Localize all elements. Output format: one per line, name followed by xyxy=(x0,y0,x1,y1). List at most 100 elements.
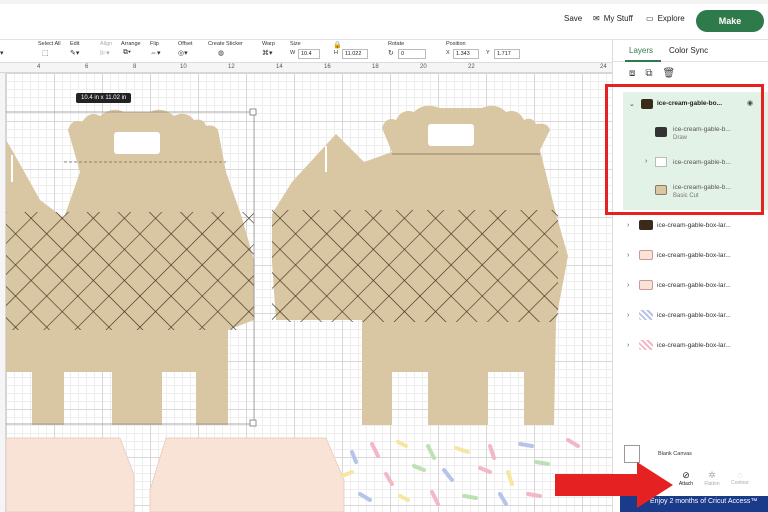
panel-tabs: Layers Color Sync xyxy=(613,40,768,62)
red-arrow-annotation xyxy=(555,462,673,508)
explore-button[interactable]: ▭ Explore xyxy=(646,14,685,23)
chevron-right-icon[interactable]: › xyxy=(627,342,629,349)
arrange-label: Arrange xyxy=(121,41,141,47)
ruler-mark: 12 xyxy=(228,64,235,70)
x-value: 1.343 xyxy=(456,51,470,57)
ruler-mark: 16 xyxy=(324,64,331,70)
size-label: Size xyxy=(290,41,301,47)
ruler-mark: 22 xyxy=(468,64,475,70)
delete-icon[interactable]: 🗑 xyxy=(663,68,676,79)
x-field[interactable]: 1.343 xyxy=(453,49,479,59)
x-label: X xyxy=(446,50,450,56)
save-button[interactable]: Save xyxy=(564,14,582,23)
tab-layers[interactable]: Layers xyxy=(629,46,653,55)
layer-row[interactable]: › ice-cream-gable-box-lar... xyxy=(613,272,768,302)
layer-row[interactable]: › ice-cream-gable-box-lar... xyxy=(613,332,768,362)
attach-label: Attach xyxy=(678,481,694,487)
ruler-mark: 10 xyxy=(180,64,187,70)
flatten-icon: ✲ xyxy=(708,470,716,480)
ruler-mark: 24 xyxy=(600,64,607,70)
lock-icon[interactable]: 🔒 xyxy=(333,41,342,49)
chevron-right-icon[interactable]: › xyxy=(627,252,629,259)
tab-color-sync[interactable]: Color Sync xyxy=(669,46,708,55)
create-sticker-tool[interactable]: Create Sticker ◍ xyxy=(208,41,243,57)
layer-thumbnail xyxy=(639,340,653,350)
layer-name: ice-cream-gable-box-lar... xyxy=(657,222,731,229)
width-field[interactable]: 10.4 xyxy=(298,49,320,59)
ruler-mark: 18 xyxy=(372,64,379,70)
contour-icon: ◌ xyxy=(737,470,743,480)
my-stuff-button[interactable]: ✉ My Stuff xyxy=(593,14,633,23)
size-tool: Size xyxy=(290,41,301,47)
y-field[interactable]: 1.717 xyxy=(494,49,520,59)
layer-row[interactable]: › ice-cream-gable-box-lar... xyxy=(613,212,768,242)
active-tab-indicator xyxy=(625,60,661,62)
group-icon[interactable]: ⧈ xyxy=(629,68,635,79)
rotate-field[interactable]: 0 xyxy=(398,49,426,59)
ruler-mark: 4 xyxy=(37,64,41,70)
select-all-tool[interactable]: Select All ⬚ xyxy=(38,41,61,57)
chevron-down-icon: ▾ xyxy=(0,50,4,57)
layer-name: ice-cream-gable-box-lar... xyxy=(657,312,731,319)
layer-bottom-actions: ⊘ Attach ✲ Flatten ◌ Contour xyxy=(672,470,768,496)
duplicate-icon[interactable]: ⧉ xyxy=(645,68,652,79)
layer-thumbnail xyxy=(639,220,653,230)
position-label: Position xyxy=(446,41,466,47)
browser-strip xyxy=(0,0,768,4)
dimension-label: 10.4 in x 11.02 in xyxy=(76,93,132,103)
design-canvas[interactable]: 10.4 in x 11.02 in xyxy=(6,73,612,512)
flatten-button[interactable]: ✲ Flatten xyxy=(700,470,724,487)
select-all-icon: ⬚ xyxy=(42,50,49,57)
y-label: Y xyxy=(486,50,490,56)
flip-tool[interactable]: Flip ⇔▾ xyxy=(150,41,161,57)
explore-label: Explore xyxy=(657,14,685,23)
my-stuff-label: My Stuff xyxy=(603,14,633,23)
layer-name: ice-cream-gable-box-lar... xyxy=(657,342,731,349)
make-button[interactable]: Make xyxy=(696,10,764,32)
sprinkles-graphic[interactable] xyxy=(340,438,580,506)
canvas-swatch[interactable] xyxy=(624,445,640,463)
resize-handle[interactable] xyxy=(249,108,257,116)
ruler-mark: 8 xyxy=(133,64,137,70)
layer-thumbnail xyxy=(639,310,653,320)
pencil-icon: ✎▾ xyxy=(70,50,80,57)
contour-button[interactable]: ◌ Contour xyxy=(728,470,752,486)
top-bar: Save ✉ My Stuff ▭ Explore Make xyxy=(0,0,768,40)
cricut-design-space: Save ✉ My Stuff ▭ Explore Make ▾ Select … xyxy=(0,0,768,512)
flip-label: Flip xyxy=(150,41,159,47)
chevron-right-icon[interactable]: › xyxy=(627,312,629,319)
edit-label: Edit xyxy=(70,41,80,47)
height-field[interactable]: 11.022 xyxy=(342,49,368,59)
gable-box-right[interactable] xyxy=(272,105,568,425)
offset-tool[interactable]: Offset ◎▾ xyxy=(178,41,193,57)
arrange-tool[interactable]: Arrange ⧉▾ xyxy=(121,41,141,56)
align-tool[interactable]: Align ⊫▾ xyxy=(100,41,112,57)
offset-label: Offset xyxy=(178,41,193,47)
create-sticker-label: Create Sticker xyxy=(208,41,243,47)
edit-tool[interactable]: Edit ✎▾ xyxy=(70,41,80,57)
warp-tool[interactable]: Warp ⌘▾ xyxy=(262,41,275,57)
mail-icon: ✉ xyxy=(593,14,600,23)
chevron-right-icon[interactable]: › xyxy=(627,282,629,289)
rotate-tool: Rotate xyxy=(388,41,404,47)
arrange-icon: ⧉▾ xyxy=(123,49,131,56)
rotate-value: 0 xyxy=(401,51,405,57)
resize-handle[interactable] xyxy=(249,419,257,427)
ruler-mark: 6 xyxy=(85,64,89,70)
layer-row[interactable]: › ice-cream-gable-box-lar... xyxy=(613,242,768,272)
blank-canvas-label: Blank Canvas xyxy=(658,451,692,457)
pink-box-piece[interactable] xyxy=(6,437,135,512)
height-value: 11.022 xyxy=(345,51,362,57)
edit-toolbar: ▾ Select All ⬚ Edit ✎▾ Align ⊫▾ Arrange ⧉▾ F… xyxy=(0,40,612,63)
flatten-label: Flatten xyxy=(704,481,720,487)
pink-box-piece[interactable] xyxy=(149,437,345,512)
layer-row[interactable]: › ice-cream-gable-box-lar... xyxy=(613,302,768,332)
attach-button[interactable]: ⊘ Attach xyxy=(674,470,698,487)
gable-box-left[interactable] xyxy=(6,109,254,425)
canvas-artwork xyxy=(6,105,580,512)
save-label: Save xyxy=(564,14,583,23)
dimension-text: 10.4 in x 11.02 in xyxy=(81,95,127,101)
h-label: H xyxy=(334,50,338,56)
chevron-right-icon[interactable]: › xyxy=(627,222,629,229)
warp-icon: ⌘▾ xyxy=(262,50,273,57)
